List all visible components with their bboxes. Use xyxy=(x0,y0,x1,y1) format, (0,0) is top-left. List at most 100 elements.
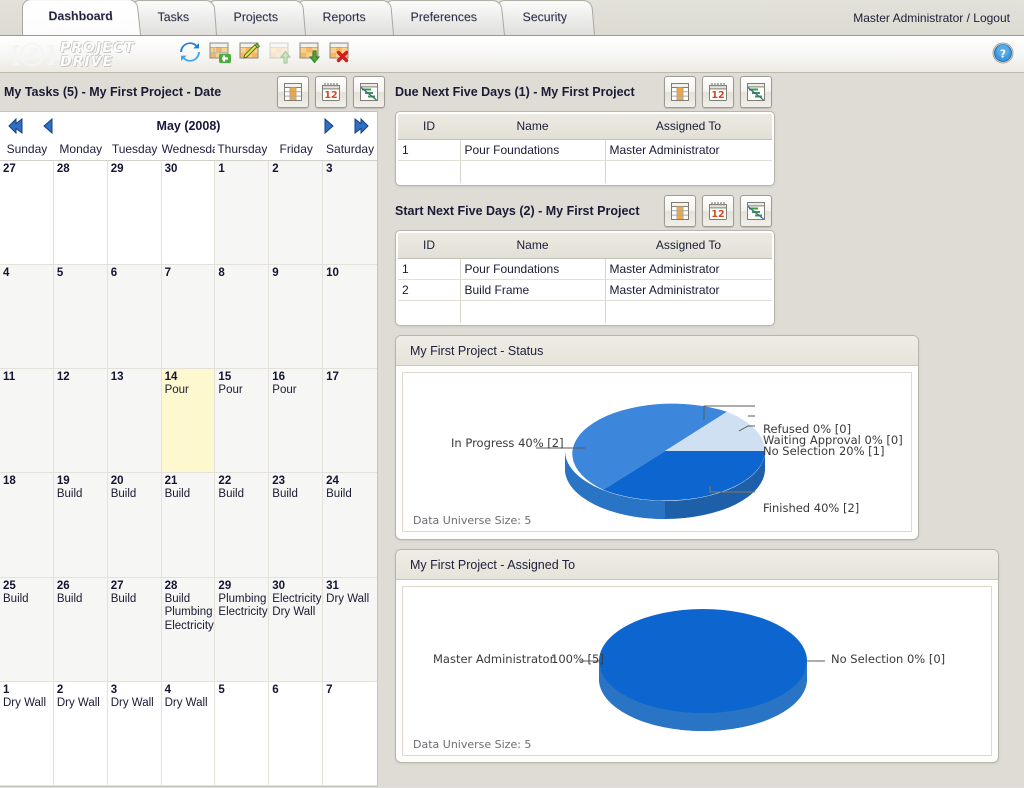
calendar-cell[interactable]: 1Dry Wall xyxy=(0,682,54,786)
calendar-cell[interactable]: 16Pour xyxy=(269,369,323,473)
tab-projects[interactable]: Projects xyxy=(207,0,306,35)
calendar-cell[interactable]: 19Build xyxy=(54,473,108,577)
calendar-cell[interactable]: 10 xyxy=(323,265,377,369)
calendar-event[interactable]: Electricity xyxy=(272,593,319,607)
calendar-view-icon[interactable]: 12 xyxy=(315,76,347,108)
calendar-cell[interactable]: 3 xyxy=(323,161,377,265)
calendar-prev-icon[interactable] xyxy=(38,116,60,136)
tab-reports[interactable]: Reports xyxy=(296,0,394,35)
calendar-cell[interactable]: 22Build xyxy=(215,473,269,577)
calendar-cell[interactable]: 23Build xyxy=(269,473,323,577)
table-row[interactable]: 1Pour FoundationsMaster Administrator xyxy=(398,258,772,279)
grid-add-icon[interactable] xyxy=(208,40,232,64)
table-row[interactable]: 1Pour FoundationsMaster Administrator xyxy=(398,139,772,160)
grid-delete-icon[interactable] xyxy=(328,40,352,64)
calendar-cell[interactable]: 30 xyxy=(162,161,216,265)
calendar-event[interactable]: Pour xyxy=(165,384,212,398)
calendar-cell[interactable]: 15Pour xyxy=(215,369,269,473)
calendar-event[interactable]: Dry Wall xyxy=(3,697,50,711)
calendar-cell[interactable]: 7 xyxy=(162,265,216,369)
calendar-event[interactable]: Build xyxy=(57,593,104,607)
tab-preferences[interactable]: Preferences xyxy=(384,0,505,35)
calendar-cell[interactable]: 4 xyxy=(0,265,54,369)
calendar-cell[interactable]: 21Build xyxy=(162,473,216,577)
calendar-event[interactable]: Pour xyxy=(272,384,319,398)
calendar-event[interactable]: Build xyxy=(111,488,158,502)
calendar-cell[interactable]: 6 xyxy=(269,682,323,786)
calendar-view-icon[interactable]: 12 xyxy=(702,195,734,227)
calendar-event[interactable]: Dry Wall xyxy=(326,593,374,607)
my-tasks-title: My Tasks (5) - My First Project - Date xyxy=(0,85,221,99)
gantt-view-icon[interactable] xyxy=(740,76,772,108)
calendar-cell[interactable]: 5 xyxy=(54,265,108,369)
calendar-event[interactable]: Plumbing xyxy=(218,593,265,607)
tab-dashboard[interactable]: Dashboard xyxy=(22,0,141,35)
calendar-cell[interactable]: 31Dry Wall xyxy=(323,578,377,682)
table-row[interactable]: 2Build FrameMaster Administrator xyxy=(398,279,772,300)
calendar-cell[interactable]: 9 xyxy=(269,265,323,369)
calendar-event[interactable]: Dry Wall xyxy=(165,697,212,711)
grid-view-icon[interactable] xyxy=(664,195,696,227)
grid-up-icon[interactable] xyxy=(268,40,292,64)
calendar-cell[interactable]: 30ElectricityDry Wall xyxy=(269,578,323,682)
calendar-cell[interactable]: 13 xyxy=(108,369,162,473)
calendar-first-icon[interactable] xyxy=(6,116,28,136)
calendar-event[interactable]: Build xyxy=(272,488,319,502)
calendar-cell[interactable]: 27Build xyxy=(108,578,162,682)
calendar-cell[interactable]: 2 xyxy=(269,161,323,265)
calendar-event[interactable]: Build xyxy=(326,488,374,502)
calendar-cell[interactable]: 26Build xyxy=(54,578,108,682)
calendar-cell[interactable]: 11 xyxy=(0,369,54,473)
calendar-cell[interactable]: 29 xyxy=(108,161,162,265)
user-logout-link[interactable]: Master Administrator / Logout xyxy=(853,0,1010,36)
refresh-icon[interactable] xyxy=(178,40,202,64)
grid-view-icon[interactable] xyxy=(664,76,696,108)
pie-label-finished: Finished 40% [2] xyxy=(763,501,859,515)
calendar-cell[interactable]: 8 xyxy=(215,265,269,369)
calendar-view-icon[interactable]: 12 xyxy=(702,76,734,108)
calendar-event[interactable]: Build xyxy=(218,488,265,502)
grid-view-icon[interactable] xyxy=(277,76,309,108)
calendar-cell[interactable]: 18 xyxy=(0,473,54,577)
calendar-cell[interactable]: 1 xyxy=(215,161,269,265)
calendar-cell[interactable]: 5 xyxy=(215,682,269,786)
calendar-cell[interactable]: 17 xyxy=(323,369,377,473)
calendar-cell[interactable]: 25Build xyxy=(0,578,54,682)
calendar-event[interactable]: Electricity xyxy=(165,620,212,634)
calendar-event[interactable]: Plumbing xyxy=(165,606,212,620)
calendar-last-icon[interactable] xyxy=(349,116,371,136)
calendar-event[interactable]: Dry Wall xyxy=(111,697,158,711)
tab-tasks[interactable]: Tasks xyxy=(131,0,217,35)
calendar-event[interactable]: Dry Wall xyxy=(57,697,104,711)
grid-down-icon[interactable] xyxy=(298,40,322,64)
calendar-day-number: 5 xyxy=(218,684,265,697)
gantt-view-icon[interactable] xyxy=(740,195,772,227)
calendar-cell[interactable]: 12 xyxy=(54,369,108,473)
calendar-cell[interactable]: 14Pour xyxy=(162,369,216,473)
calendar-cell[interactable]: 3Dry Wall xyxy=(108,682,162,786)
calendar-event[interactable]: Pour xyxy=(218,384,265,398)
calendar-cell[interactable]: 28BuildPlumbingElectricity xyxy=(162,578,216,682)
calendar-event[interactable]: Electricity xyxy=(218,606,265,620)
calendar-cell[interactable]: 27 xyxy=(0,161,54,265)
calendar-cell[interactable]: 29PlumbingElectricity xyxy=(215,578,269,682)
calendar-cell[interactable]: 7 xyxy=(323,682,377,786)
calendar-next-icon[interactable] xyxy=(317,116,339,136)
calendar-event[interactable]: Build xyxy=(3,593,50,607)
grid-edit-icon[interactable] xyxy=(238,40,262,64)
calendar-event[interactable]: Build xyxy=(57,488,104,502)
help-icon[interactable]: ? xyxy=(992,42,1014,64)
tab-security[interactable]: Security xyxy=(496,0,595,35)
calendar-cell[interactable]: 20Build xyxy=(108,473,162,577)
calendar-event[interactable]: Build xyxy=(165,488,212,502)
calendar-event[interactable]: Dry Wall xyxy=(272,606,319,620)
calendar-cell[interactable]: 6 xyxy=(108,265,162,369)
calendar-cell[interactable]: 24Build xyxy=(323,473,377,577)
calendar-cell[interactable]: 2Dry Wall xyxy=(54,682,108,786)
gantt-view-icon[interactable] xyxy=(353,76,385,108)
calendar-cell[interactable]: 4Dry Wall xyxy=(162,682,216,786)
calendar-day-number: 18 xyxy=(3,475,50,488)
calendar-event[interactable]: Build xyxy=(165,593,212,607)
calendar-cell[interactable]: 28 xyxy=(54,161,108,265)
calendar-event[interactable]: Build xyxy=(111,593,158,607)
